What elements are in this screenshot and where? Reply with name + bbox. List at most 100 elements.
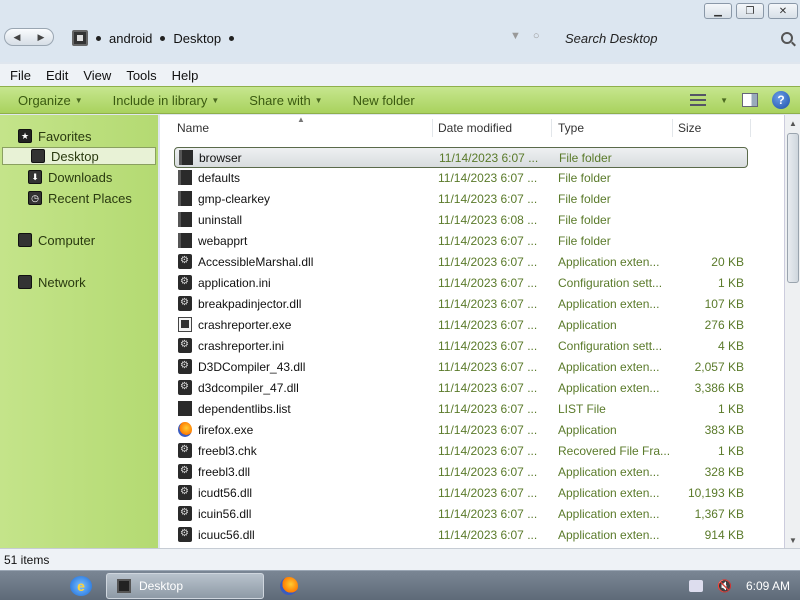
file-size: 20 KB	[711, 255, 744, 269]
file-row[interactable]: gmp-clearkey 11/14/2023 6:07 ... File fold…	[174, 189, 748, 210]
file-size: 1 KB	[717, 402, 744, 416]
help-icon[interactable]: ?	[772, 91, 790, 109]
file-size: 383 KB	[704, 423, 744, 437]
file-name: D3DCompiler_43.dll	[198, 360, 306, 374]
firefox-icon[interactable]	[280, 577, 298, 595]
download-icon: ⬇	[28, 170, 42, 184]
close-button[interactable]: ✕	[768, 3, 798, 19]
dll-icon	[178, 254, 192, 269]
network-status-icon[interactable]	[689, 580, 704, 592]
file-date-modified: 11/14/2023 6:07 ...	[438, 192, 538, 206]
file-type: Application exten...	[558, 507, 660, 521]
scroll-up-arrow-icon[interactable]: ▲	[786, 116, 800, 130]
nav-downloads[interactable]: ⬇ Downloads	[28, 168, 112, 186]
scroll-thumb[interactable]	[787, 133, 799, 283]
file-row[interactable]: breakpadinjector.dll 11/14/2023 6:07 ... A…	[174, 294, 748, 315]
breadcrumb-desktop[interactable]: Desktop	[173, 31, 221, 46]
file-row[interactable]: AccessibleMarshal.dll 11/14/2023 6:07 ...…	[174, 252, 748, 273]
minimize-button[interactable]: ▁	[704, 3, 732, 19]
breadcrumb-android[interactable]: android	[109, 31, 152, 46]
file-row[interactable]: icudt56.dll 11/14/2023 6:07 ... Applicatio…	[174, 483, 748, 504]
file-date-modified: 11/14/2023 6:07 ...	[438, 465, 538, 479]
file-row[interactable]: icuuc56.dll 11/14/2023 6:07 ... Applicatio…	[174, 525, 748, 546]
file-row[interactable]: crashreporter.exe 11/14/2023 6:07 ... Appl…	[174, 315, 748, 336]
new-folder-button[interactable]: New folder	[353, 93, 415, 108]
file-row[interactable]: uninstall 11/14/2023 6:08 ... File folder	[174, 210, 748, 231]
column-divider[interactable]	[432, 119, 433, 137]
file-row[interactable]: freebl3.dll 11/14/2023 6:07 ... Applicatio…	[174, 462, 748, 483]
menu-help[interactable]: Help	[172, 68, 199, 83]
view-chevron-down-icon[interactable]: ▼	[720, 96, 728, 105]
search-icon[interactable]	[781, 32, 793, 44]
file-row[interactable]: d3dcompiler_47.dll 11/14/2023 6:07 ... App…	[174, 378, 748, 399]
breadcrumb-separator-icon	[96, 35, 101, 41]
file-name: crashreporter.exe	[198, 318, 292, 332]
internet-explorer-icon[interactable]: e	[70, 576, 92, 596]
nav-desktop[interactable]: Desktop	[2, 147, 156, 165]
menu-edit[interactable]: Edit	[46, 68, 68, 83]
file-date-modified: 11/14/2023 6:07 ...	[438, 276, 538, 290]
file-row[interactable]: firefox.exe 11/14/2023 6:07 ... Applicatio…	[174, 420, 748, 441]
file-name: icuuc56.dll	[198, 528, 255, 542]
list-icon	[178, 401, 192, 416]
file-row[interactable]: browser 11/14/2023 6:07 ... File folder	[174, 147, 748, 168]
column-divider[interactable]	[750, 119, 751, 137]
menu-file[interactable]: File	[10, 68, 31, 83]
file-row[interactable]: icuin56.dll 11/14/2023 6:07 ... Applicatio…	[174, 504, 748, 525]
column-type[interactable]: Type	[558, 121, 584, 135]
vertical-scrollbar[interactable]: ▲ ▼	[784, 115, 800, 548]
volume-muted-icon[interactable]: 🔇	[717, 579, 732, 593]
menu-tools[interactable]: Tools	[126, 68, 156, 83]
column-date-modified[interactable]: Date modified	[438, 121, 512, 135]
nav-favorites[interactable]: ★ Favorites	[18, 127, 91, 145]
breadcrumb[interactable]: android Desktop	[72, 28, 235, 48]
restore-icon: ❐	[745, 5, 755, 17]
computer-icon	[18, 233, 32, 247]
refresh-icon[interactable]: ○	[533, 30, 540, 42]
column-divider[interactable]	[672, 119, 673, 137]
nav-computer-label: Computer	[38, 232, 96, 248]
file-row[interactable]: defaults 11/14/2023 6:07 ... File folder	[174, 168, 748, 189]
file-row[interactable]: D3DCompiler_43.dll 11/14/2023 6:07 ... App…	[174, 357, 748, 378]
taskbar-explorer-window[interactable]: Desktop	[106, 573, 264, 599]
file-date-modified: 11/14/2023 6:07 ...	[439, 151, 539, 165]
nav-downloads-label: Downloads	[48, 169, 113, 185]
column-divider[interactable]	[551, 119, 552, 137]
file-type: Application exten...	[558, 360, 660, 374]
address-dropdown-icon[interactable]: ▼	[510, 30, 521, 42]
clock[interactable]: 6:09 AM	[746, 579, 790, 593]
minimize-icon: ▁	[714, 5, 722, 17]
scroll-down-arrow-icon[interactable]: ▼	[786, 533, 800, 547]
share-with-button[interactable]: Share with ▼	[249, 93, 322, 108]
column-size[interactable]: Size	[678, 121, 701, 135]
file-row[interactable]: crashreporter.ini 11/14/2023 6:07 ... Conf…	[174, 336, 748, 357]
file-date-modified: 11/14/2023 6:07 ...	[438, 444, 538, 458]
column-name[interactable]: Name	[177, 121, 209, 135]
include-in-library-button[interactable]: Include in library ▼	[113, 93, 220, 108]
file-type: Application exten...	[558, 465, 660, 479]
start-button[interactable]	[0, 571, 60, 600]
change-view-icon[interactable]	[690, 94, 707, 106]
file-row[interactable]: application.ini 11/14/2023 6:07 ... Config…	[174, 273, 748, 294]
close-icon: ✕	[778, 5, 788, 17]
organize-button[interactable]: Organize ▼	[18, 93, 83, 108]
file-row[interactable]: freebl3.chk 11/14/2023 6:07 ... Recovered …	[174, 441, 748, 462]
nav-network[interactable]: Network	[18, 273, 86, 291]
forward-arrow-icon[interactable]: ▶	[38, 32, 45, 43]
file-type: Recovered File Fra...	[558, 444, 670, 458]
file-type: File folder	[558, 234, 611, 248]
file-row[interactable]: dependentlibs.list 11/14/2023 6:07 ... LIS…	[174, 399, 748, 420]
nav-computer[interactable]: Computer	[18, 231, 95, 249]
maximize-button[interactable]: ❐	[736, 3, 764, 19]
file-list: ▲ Name Date modified Type Size browser 11…	[160, 115, 784, 548]
nav-recent-places[interactable]: ◷ Recent Places	[28, 189, 132, 207]
file-date-modified: 11/14/2023 6:07 ...	[438, 360, 538, 374]
taskbar-task-label: Desktop	[139, 579, 184, 593]
search-input[interactable]: Search Desktop	[565, 28, 795, 48]
preview-pane-icon[interactable]	[742, 93, 758, 107]
file-name: d3dcompiler_47.dll	[198, 381, 299, 395]
file-name: AccessibleMarshal.dll	[198, 255, 314, 269]
file-row[interactable]: webapprt 11/14/2023 6:07 ... File folder	[174, 231, 748, 252]
back-arrow-icon[interactable]: ◀	[14, 32, 21, 43]
menu-view[interactable]: View	[83, 68, 111, 83]
